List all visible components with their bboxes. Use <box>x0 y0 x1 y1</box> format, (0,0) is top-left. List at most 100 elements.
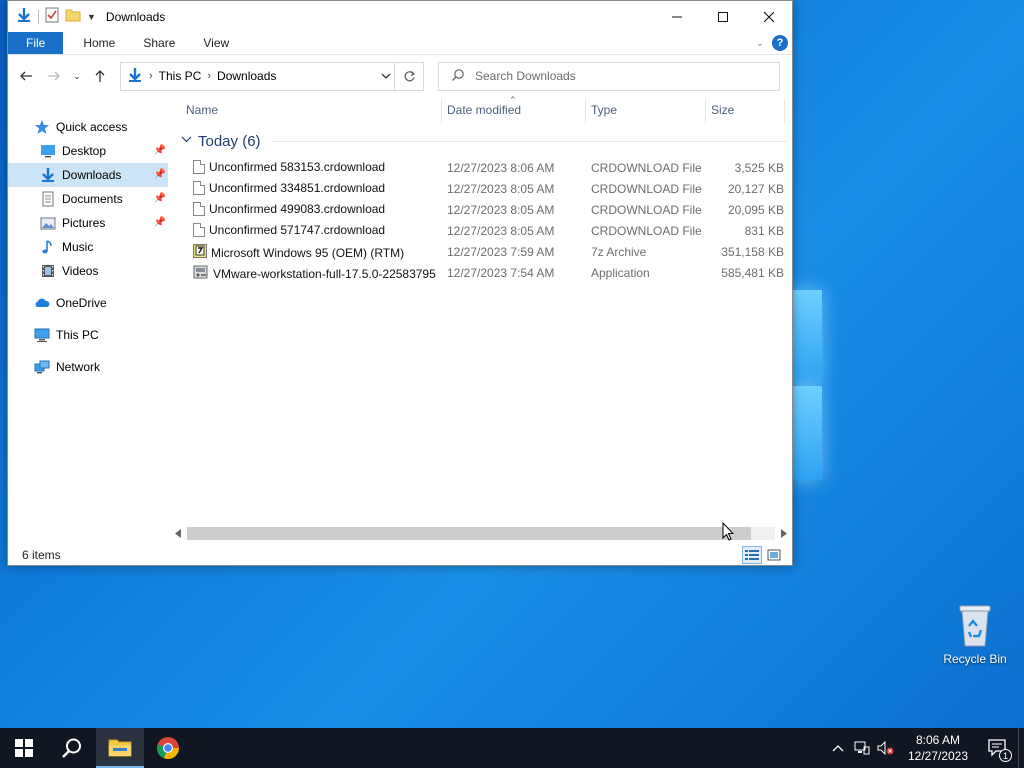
file-icon <box>193 181 205 195</box>
navigation-bar: ⌄ › This PC › Downloads <box>8 55 792 97</box>
nav-this-pc[interactable]: This PC <box>8 323 168 347</box>
search-button[interactable] <box>48 728 96 768</box>
music-icon <box>40 239 56 255</box>
show-hidden-icons-chevron-icon[interactable] <box>826 728 850 768</box>
scroll-left-icon[interactable] <box>170 525 187 542</box>
computer-icon <box>34 327 50 343</box>
nav-network[interactable]: Network <box>8 355 168 379</box>
address-bar[interactable]: › This PC › Downloads <box>120 61 424 91</box>
refresh-button[interactable] <box>394 62 423 90</box>
network-icon <box>34 359 50 375</box>
up-button[interactable] <box>88 64 112 88</box>
pictures-icon <box>40 215 56 231</box>
group-header-today[interactable]: Today (6) <box>173 129 792 153</box>
recent-locations-button[interactable]: ⌄ <box>70 64 84 88</box>
tab-home[interactable]: Home <box>69 32 129 54</box>
close-button[interactable] <box>746 1 792 32</box>
breadcrumb-this-pc[interactable]: This PC <box>159 69 202 83</box>
file-type: CRDOWNLOAD File <box>591 161 702 175</box>
breadcrumb-chevron-icon[interactable]: › <box>207 70 211 82</box>
nav-downloads[interactable]: Downloads 📌 <box>8 163 168 187</box>
file-size: 20,127 KB <box>727 182 784 196</box>
ribbon-tabs: File Home Share View ⌄ ? <box>8 32 792 55</box>
documents-icon <box>40 191 56 207</box>
breadcrumb-downloads[interactable]: Downloads <box>217 69 276 83</box>
details-view-button[interactable] <box>742 546 762 564</box>
recycle-bin-shortcut[interactable]: Recycle Bin <box>938 600 1012 666</box>
pin-icon: 📌 <box>153 145 166 156</box>
tab-share[interactable]: Share <box>129 32 189 54</box>
window-title: Downloads <box>105 9 166 24</box>
file-date: 12/27/2023 8:06 AM <box>447 161 555 175</box>
column-header-type[interactable]: Type <box>591 103 617 117</box>
nav-label: Music <box>62 240 94 254</box>
volume-muted-icon[interactable] <box>874 728 898 768</box>
large-icons-view-button[interactable] <box>764 546 784 564</box>
file-row[interactable]: Unconfirmed 583153.crdownload 12/27/2023… <box>173 157 792 178</box>
taskbar-file-explorer[interactable] <box>96 728 144 768</box>
start-button[interactable] <box>0 728 48 768</box>
file-type: CRDOWNLOAD File <box>591 182 702 196</box>
file-name: Unconfirmed 499083.crdownload <box>209 202 386 216</box>
nav-music[interactable]: Music <box>8 235 168 259</box>
column-header-size[interactable]: Size <box>711 103 734 117</box>
search-box[interactable] <box>438 61 780 91</box>
file-row[interactable]: Microsoft Windows 95 (OEM) (RTM) 12/27/2… <box>173 241 792 262</box>
new-folder-icon[interactable] <box>65 7 81 26</box>
help-icon[interactable]: ? <box>772 35 788 51</box>
back-button[interactable] <box>14 64 38 88</box>
minimize-button[interactable] <box>654 1 700 32</box>
file-name: Unconfirmed 571747.crdownload <box>209 223 386 237</box>
downloads-icon <box>40 167 56 183</box>
tab-file[interactable]: File <box>8 32 64 54</box>
item-count: 6 items <box>22 548 61 562</box>
file-date: 12/27/2023 7:59 AM <box>447 245 555 259</box>
customize-toolbar-chevron-icon[interactable]: ▼ <box>87 12 96 22</box>
clock-time: 8:06 AM <box>915 733 961 747</box>
collapse-chevron-icon[interactable] <box>181 134 192 148</box>
show-desktop-button[interactable] <box>1018 728 1024 768</box>
file-row[interactable]: Unconfirmed 499083.crdownload 12/27/2023… <box>173 199 792 220</box>
nav-pictures[interactable]: Pictures 📌 <box>8 211 168 235</box>
breadcrumb-chevron-icon[interactable]: › <box>149 70 153 82</box>
file-row[interactable]: Unconfirmed 571747.crdownload 12/27/2023… <box>173 220 792 241</box>
address-dropdown-icon[interactable] <box>381 71 391 84</box>
scrollbar-thumb[interactable] <box>187 527 752 540</box>
quick-access-toolbar: ▼ <box>8 7 96 26</box>
file-list: Name ⌃ Date modified Type Size Today (6) <box>173 95 792 545</box>
downloads-arrow-icon <box>16 7 32 26</box>
nav-documents[interactable]: Documents 📌 <box>8 187 168 211</box>
column-header-date[interactable]: Date modified <box>447 103 521 117</box>
expand-ribbon-chevron-icon[interactable]: ⌄ <box>756 38 764 49</box>
videos-icon <box>40 263 56 279</box>
maximize-button[interactable] <box>700 1 746 32</box>
file-row[interactable]: VMware-workstation-full-17.5.0-22583795 … <box>173 262 792 283</box>
file-icon <box>193 223 205 237</box>
forward-button[interactable] <box>42 64 66 88</box>
nav-quick-access[interactable]: Quick access <box>8 115 168 139</box>
nav-label: OneDrive <box>56 296 107 310</box>
tab-view[interactable]: View <box>189 32 243 54</box>
scroll-right-icon[interactable] <box>775 525 792 542</box>
group-label: Today (6) <box>198 132 261 150</box>
action-center-button[interactable]: 1 <box>978 728 1018 768</box>
file-type: CRDOWNLOAD File <box>591 224 702 238</box>
taskbar-chrome[interactable] <box>144 728 192 768</box>
nav-onedrive[interactable]: OneDrive <box>8 291 168 315</box>
search-input[interactable] <box>475 69 755 83</box>
horizontal-scrollbar[interactable] <box>170 525 792 542</box>
file-row[interactable]: Unconfirmed 334851.crdownload 12/27/2023… <box>173 178 792 199</box>
nav-desktop[interactable]: Desktop 📌 <box>8 139 168 163</box>
clock[interactable]: 8:06 AM 12/27/2023 <box>898 732 978 764</box>
properties-icon[interactable] <box>45 7 59 26</box>
scrollbar-track[interactable] <box>187 527 775 540</box>
title-bar[interactable]: ▼ Downloads <box>8 1 792 32</box>
file-size: 831 KB <box>744 224 784 238</box>
clock-date: 12/27/2023 <box>907 749 969 763</box>
file-name: VMware-workstation-full-17.5.0-22583795 <box>213 266 436 281</box>
star-icon <box>34 119 50 135</box>
column-header-name[interactable]: Name <box>186 103 218 117</box>
nav-videos[interactable]: Videos <box>8 259 168 283</box>
network-status-icon[interactable] <box>850 728 874 768</box>
pin-icon: 📌 <box>153 193 166 204</box>
